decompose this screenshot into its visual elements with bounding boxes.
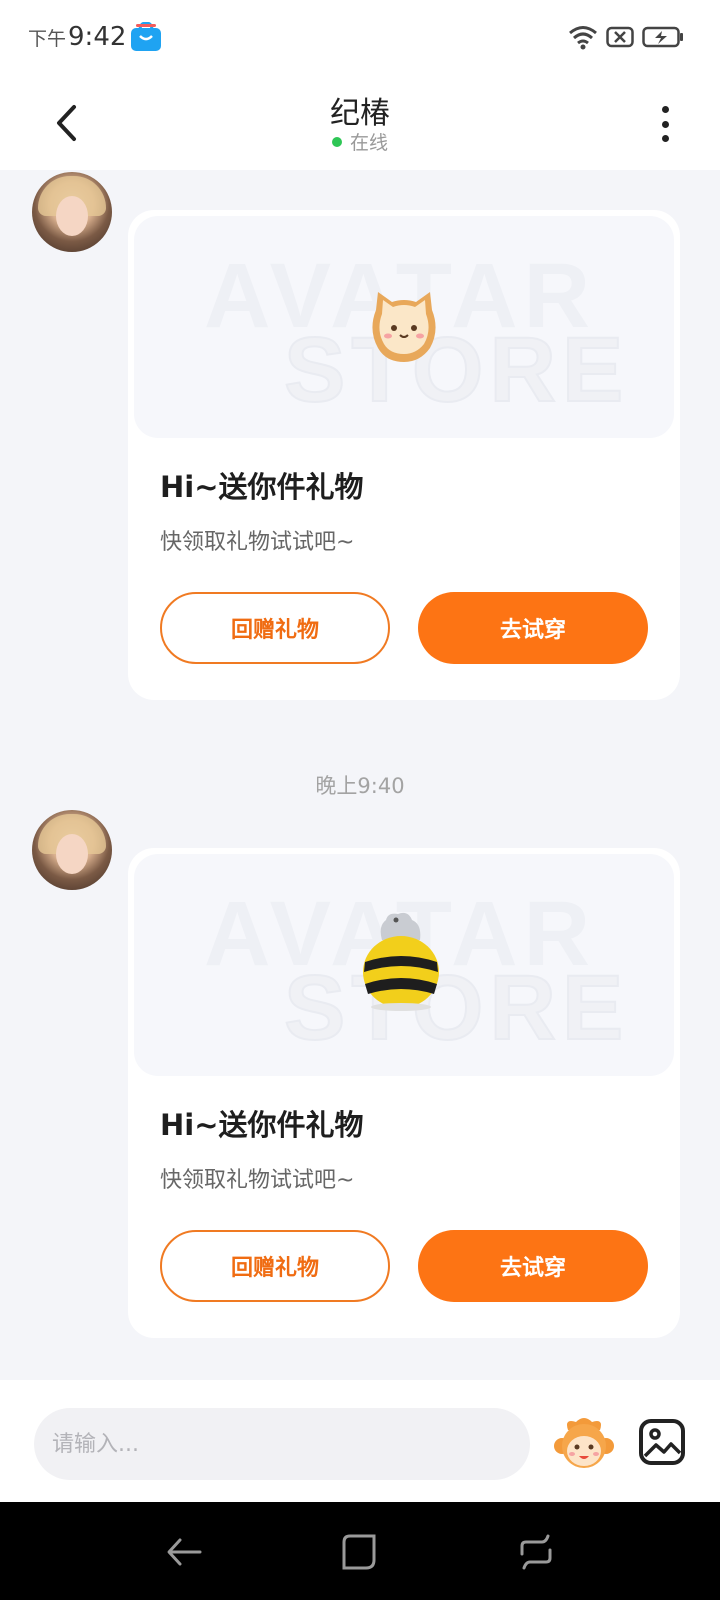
try-on-button[interactable]: 去试穿	[418, 1230, 648, 1302]
gift-card[interactable]: AVATAR STORE Hi~送你件礼物 快领取礼物试试吧~ 回赠礼物 去试穿	[128, 848, 680, 1338]
cat-toast-icon	[372, 292, 436, 362]
message-input[interactable]	[34, 1408, 530, 1480]
back-nav-icon[interactable]	[164, 1532, 204, 1572]
status-clock: 9:42	[68, 22, 127, 52]
system-nav-bar	[0, 1502, 720, 1600]
status-icons	[568, 24, 684, 50]
watermark-text: STORE	[283, 956, 630, 1060]
try-on-button[interactable]: 去试穿	[418, 592, 648, 664]
no-sim-icon	[606, 26, 634, 48]
online-dot-icon	[331, 136, 342, 147]
home-nav-icon[interactable]	[340, 1532, 380, 1572]
battery-charging-icon	[642, 26, 683, 48]
more-vertical-icon	[661, 106, 669, 113]
status-bar: 下午9:42	[0, 0, 720, 76]
more-options-button[interactable]	[650, 102, 680, 146]
sender-avatar[interactable]	[32, 172, 112, 252]
online-status-label: 在线	[349, 132, 388, 154]
page-title: 纪椿	[330, 96, 390, 131]
gift-subtitle: 快领取礼物试试吧~	[160, 1168, 355, 1193]
more-dot	[661, 135, 669, 142]
gift-banner: AVATAR STORE	[134, 854, 674, 1076]
gift-subtitle: 快领取礼物试试吧~	[160, 530, 355, 555]
monkey-emoji-icon[interactable]	[554, 1416, 614, 1472]
more-dot	[661, 120, 669, 128]
gift-banner: AVATAR STORE	[134, 216, 674, 438]
recents-nav-icon[interactable]	[516, 1532, 556, 1572]
online-status: 在线	[0, 128, 720, 155]
chat-header: 纪椿 在线	[0, 76, 720, 170]
return-gift-button[interactable]: 回赠礼物	[160, 592, 390, 664]
status-time: 下午9:42	[28, 22, 126, 52]
return-gift-button[interactable]: 回赠礼物	[160, 1230, 390, 1302]
gift-title: Hi~送你件礼物	[160, 470, 364, 504]
sender-avatar[interactable]	[32, 810, 112, 890]
shopping-bag-icon	[131, 22, 161, 51]
avatar-face	[56, 834, 88, 874]
avatar-face	[56, 196, 88, 236]
bee-costume-icon	[363, 912, 439, 1011]
wifi-icon	[569, 26, 597, 50]
gift-title: Hi~送你件礼物	[160, 1108, 364, 1142]
watermark-text: STORE	[283, 318, 630, 422]
input-bar	[0, 1380, 720, 1502]
message-timestamp: 晚上9:40	[315, 774, 405, 798]
chat-screen: 下午9:42 纪椿 在线 AVATAR STORE Hi~送你件礼物 快领取礼物…	[0, 0, 720, 1600]
image-icon[interactable]	[638, 1418, 686, 1466]
gift-card[interactable]: AVATAR STORE Hi~送你件礼物 快领取礼物试试吧~ 回赠礼物 去试穿	[128, 210, 680, 700]
status-ampm: 下午	[28, 28, 67, 50]
